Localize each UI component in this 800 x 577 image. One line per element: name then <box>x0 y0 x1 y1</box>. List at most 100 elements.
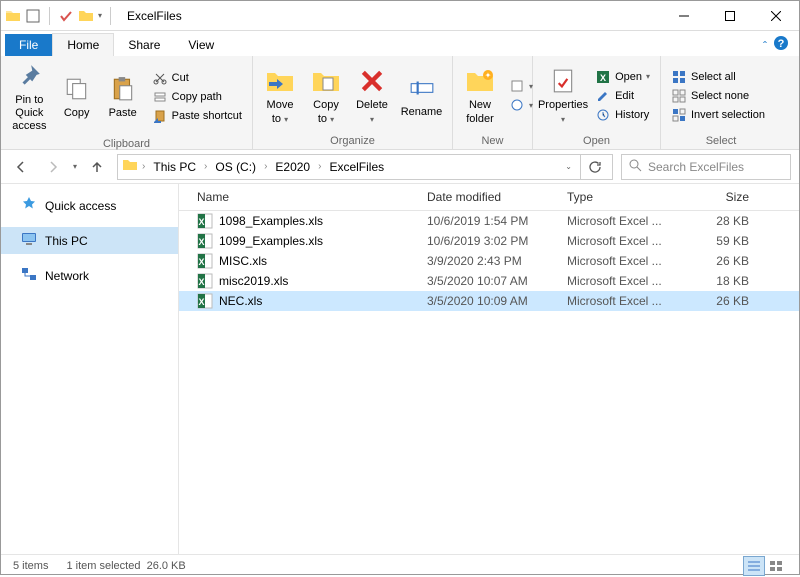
copy-to-button[interactable]: Copy to ▾ <box>305 63 347 127</box>
sidebar-item-quick-access[interactable]: Quick access <box>1 192 178 219</box>
svg-text:X: X <box>198 257 204 267</box>
open-group-label: Open <box>533 135 660 149</box>
paste-button[interactable]: Paste <box>102 71 144 122</box>
chevron-right-icon[interactable]: › <box>262 161 269 172</box>
file-name: MISC.xls <box>219 254 267 268</box>
svg-text:X: X <box>198 277 204 287</box>
navigation-bar: ▾ › This PC › OS (C:) › E2020 › ExcelFil… <box>1 150 799 184</box>
excel-file-icon: X <box>197 213 213 229</box>
paste-shortcut-button[interactable]: Paste shortcut <box>148 107 246 125</box>
file-name: misc2019.xls <box>219 274 288 288</box>
chevron-right-icon[interactable]: › <box>140 161 147 172</box>
help-icon[interactable]: ? <box>773 35 789 56</box>
minimize-button[interactable] <box>661 1 707 31</box>
file-type: Microsoft Excel ... <box>567 254 687 268</box>
copy-label: Copy <box>64 107 90 120</box>
table-row[interactable]: X1099_Examples.xls10/6/2019 3:02 PMMicro… <box>179 231 799 251</box>
clipboard-group-label: Clipboard <box>1 138 252 152</box>
delete-button[interactable]: Delete▾ <box>351 63 393 127</box>
select-all-button[interactable]: Select all <box>667 68 769 86</box>
recent-locations-dropdown[interactable]: ▾ <box>73 162 77 171</box>
large-icons-view-button[interactable] <box>765 556 787 576</box>
crumb-excelfiles[interactable]: ExcelFiles <box>325 158 388 176</box>
crumb-e2020[interactable]: E2020 <box>271 158 314 176</box>
open-icon: X <box>595 69 611 85</box>
easy-access-icon <box>509 97 525 113</box>
forward-button[interactable] <box>41 155 65 179</box>
qat-properties-icon[interactable] <box>58 8 74 24</box>
edit-icon <box>595 88 611 104</box>
copy-path-button[interactable]: Copy path <box>148 88 246 106</box>
maximize-button[interactable] <box>707 1 753 31</box>
properties-button[interactable]: Properties▾ <box>539 63 587 127</box>
chevron-down-icon: ▾ <box>561 115 565 124</box>
ribbon-collapse-icon[interactable]: ˆ <box>763 39 767 53</box>
ribbon-tabs: File Home Share View ˆ ? <box>1 31 799 56</box>
refresh-button[interactable] <box>580 155 608 179</box>
invert-selection-icon <box>671 107 687 123</box>
open-button[interactable]: X Open ▾ <box>591 68 654 86</box>
sidebar-item-network[interactable]: Network <box>1 262 178 289</box>
network-icon <box>21 266 37 285</box>
history-button[interactable]: History <box>591 106 654 124</box>
rename-label: Rename <box>401 106 443 119</box>
qat-dropdown-icon[interactable]: ▾ <box>98 11 102 20</box>
move-to-button[interactable]: Move to ▾ <box>259 63 301 127</box>
edit-button[interactable]: Edit <box>591 87 654 105</box>
window-title: ExcelFiles <box>119 9 182 23</box>
address-bar[interactable]: › This PC › OS (C:) › E2020 › ExcelFiles… <box>117 154 613 180</box>
close-button[interactable] <box>753 1 799 31</box>
tab-home[interactable]: Home <box>52 33 114 56</box>
select-group-label: Select <box>661 135 781 149</box>
open-label: Open <box>615 71 642 83</box>
ribbon-group-select: Select all Select none Invert selection … <box>661 56 781 149</box>
star-icon <box>21 196 37 215</box>
delete-icon <box>356 65 388 97</box>
column-size[interactable]: Size <box>687 190 765 204</box>
excel-file-icon: X <box>197 273 213 289</box>
properties-icon <box>547 65 579 97</box>
sidebar-item-this-pc[interactable]: This PC <box>1 227 178 254</box>
tab-view[interactable]: View <box>174 34 228 56</box>
table-row[interactable]: X MISC.xls 3/9/2020 2:43 PMMicrosoft Excel… <box>179 251 799 271</box>
rename-button[interactable]: Rename <box>397 70 446 121</box>
ribbon: Pin to Quick access Copy Paste Cut Copy … <box>1 56 799 150</box>
address-dropdown-icon[interactable]: ⌄ <box>559 162 578 171</box>
file-date: 3/9/2020 2:43 PM <box>427 254 567 268</box>
tab-share[interactable]: Share <box>114 34 174 56</box>
crumb-os-c[interactable]: OS (C:) <box>211 158 260 176</box>
copy-button[interactable]: Copy <box>56 71 98 122</box>
column-name[interactable]: Name <box>179 190 427 204</box>
move-to-icon <box>264 65 296 97</box>
new-item-icon <box>509 78 525 94</box>
pin-to-quick-access-button[interactable]: Pin to Quick access <box>7 58 52 136</box>
search-input[interactable]: Search ExcelFiles <box>621 154 791 180</box>
ribbon-group-clipboard: Pin to Quick access Copy Paste Cut Copy … <box>1 56 253 149</box>
details-view-button[interactable] <box>743 556 765 576</box>
back-button[interactable] <box>9 155 33 179</box>
cut-button[interactable]: Cut <box>148 69 246 87</box>
table-row[interactable]: Xmisc2019.xls3/5/2020 10:07 AMMicrosoft … <box>179 271 799 291</box>
invert-selection-button[interactable]: Invert selection <box>667 106 769 124</box>
file-size: 28 KB <box>687 214 765 228</box>
file-name: NEC.xls <box>219 294 262 308</box>
table-row[interactable]: XNEC.xls3/5/2020 10:09 AMMicrosoft Excel… <box>179 291 799 311</box>
tab-file[interactable]: File <box>5 34 52 56</box>
up-button[interactable] <box>85 155 109 179</box>
chevron-down-icon: ▾ <box>370 115 374 124</box>
column-type[interactable]: Type <box>567 190 687 204</box>
chevron-right-icon[interactable]: › <box>316 161 323 172</box>
crumb-this-pc[interactable]: This PC <box>149 158 200 176</box>
chevron-right-icon[interactable]: › <box>202 161 209 172</box>
file-name: 1098_Examples.xls <box>219 214 323 228</box>
rename-icon <box>406 72 438 104</box>
table-row[interactable]: X1098_Examples.xls10/6/2019 1:54 PMMicro… <box>179 211 799 231</box>
select-all-label: Select all <box>691 71 736 83</box>
copy-path-label: Copy path <box>172 91 222 103</box>
qat-save-icon[interactable] <box>25 8 41 24</box>
excel-file-icon: X <box>197 233 213 249</box>
column-date[interactable]: Date modified <box>427 190 567 204</box>
select-none-button[interactable]: Select none <box>667 87 769 105</box>
file-size: 18 KB <box>687 274 765 288</box>
new-folder-button[interactable]: ✦ New folder <box>459 63 501 127</box>
